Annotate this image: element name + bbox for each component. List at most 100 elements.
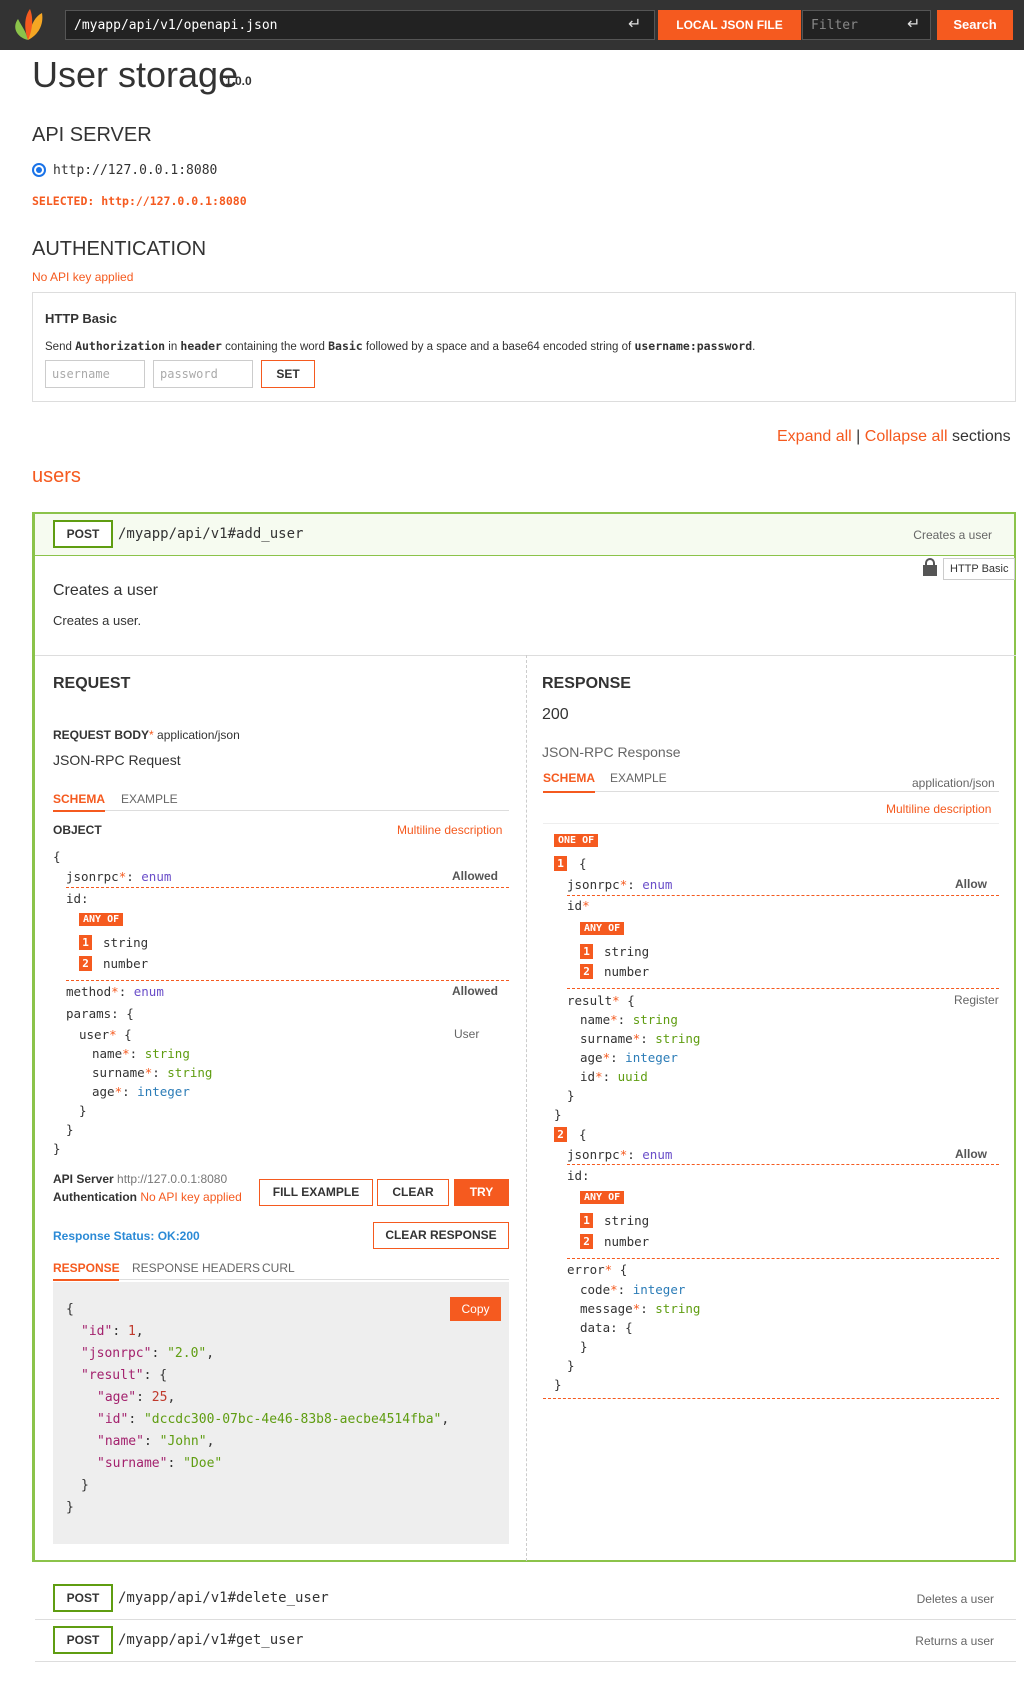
operation-summary: Deletes a user	[916, 1592, 994, 1606]
desc-text: in	[165, 341, 181, 353]
required-mark: *	[149, 728, 154, 742]
desc-text: Send	[45, 341, 76, 353]
field-separator	[66, 887, 509, 888]
api-server-info: API Server http://127.0.0.1:8080	[53, 1172, 227, 1186]
set-button[interactable]: SET	[261, 360, 315, 388]
operation-row[interactable]: POST /myapp/api/v1#get_user Returns a us…	[35, 1620, 1016, 1662]
spec-url-input[interactable]: /myapp/api/v1/openapi.json	[65, 10, 655, 40]
local-json-file-button[interactable]: LOCAL JSON FILE	[658, 10, 801, 40]
api-server-value: http://127.0.0.1:8080	[117, 1172, 228, 1186]
type-number: number	[604, 1234, 650, 1249]
body-label: REQUEST BODY	[53, 728, 150, 742]
lock-icon	[923, 558, 937, 576]
tag-heading[interactable]: users	[32, 465, 81, 488]
fill-example-button[interactable]: FILL EXAMPLE	[259, 1179, 373, 1206]
copy-button[interactable]: Copy	[450, 1297, 501, 1321]
tab-underline	[543, 791, 595, 793]
json-line-surname: "surname": "Doe"	[97, 1456, 223, 1471]
brace: {	[579, 1127, 587, 1142]
field-error: error* {	[567, 1262, 628, 1277]
selected-server: SELECTED: http://127.0.0.1:8080	[32, 194, 247, 208]
option-number: 2	[580, 1234, 593, 1249]
option-number: 1	[580, 944, 593, 959]
desc-code: username:password	[634, 339, 753, 353]
expand-all-link[interactable]: Expand all	[777, 428, 852, 445]
option-number: 1	[554, 856, 567, 871]
operation-title: Creates a user	[53, 582, 158, 599]
option-number: 1	[580, 1213, 593, 1228]
brace: {	[53, 849, 61, 864]
json-line-uid: "id": "dccdc300-07bc-4e46-83b8-aecbe4514…	[97, 1412, 450, 1427]
field-id: id*	[567, 898, 590, 913]
field-age: age*: integer	[580, 1050, 678, 1065]
response-code: 200	[542, 706, 569, 723]
any-of-tag: ANY OF	[580, 1191, 625, 1204]
field-separator	[66, 980, 509, 981]
brace: {	[579, 856, 587, 871]
password-input[interactable]: password	[153, 360, 253, 388]
tab-underline	[53, 1279, 119, 1281]
json-brace: }	[81, 1478, 89, 1493]
rapidoc-logo-icon	[15, 9, 43, 40]
separator: |	[856, 428, 861, 445]
operation-row[interactable]: POST /myapp/api/v1#delete_user Deletes a…	[35, 1578, 1016, 1620]
operation-summary: Creates a user	[913, 528, 992, 542]
tab-response-headers[interactable]: RESPONSE HEADERS	[132, 1261, 260, 1275]
page-title: User storage	[32, 54, 239, 95]
top-bar: /myapp/api/v1/openapi.json ↵ LOCAL JSON …	[0, 0, 1024, 50]
field-params: params: {	[66, 1006, 134, 1021]
option-number: 1	[79, 935, 92, 950]
multiline-desc: Multiline description	[397, 823, 503, 837]
field-name: name*: string	[92, 1046, 190, 1061]
user-desc: User	[454, 1027, 480, 1041]
field-uid: id*: uuid	[580, 1069, 648, 1084]
request-body-label: REQUEST BODY* application/json	[53, 728, 240, 742]
tab-example[interactable]: EXAMPLE	[610, 771, 667, 785]
operation-header[interactable]: POST /myapp/api/v1#add_user Creates a us…	[35, 514, 1014, 556]
field-surname: surname*: string	[92, 1065, 213, 1080]
api-server-label: API Server	[53, 1172, 114, 1186]
allow-label: Allow	[955, 877, 987, 891]
one-of-tag: ONE OF	[554, 834, 599, 847]
method-badge: POST	[53, 520, 113, 548]
tab-response[interactable]: RESPONSE	[53, 1261, 120, 1275]
desc-text: containing the word	[221, 341, 329, 353]
allowed-label: Allowed	[452, 984, 499, 998]
field-surname: surname*: string	[580, 1031, 701, 1046]
json-value: "Doe"	[183, 1456, 223, 1471]
server-radio[interactable]	[32, 163, 46, 177]
brace: }	[554, 1107, 562, 1122]
json-line-name: "name": "John",	[97, 1434, 215, 1449]
json-line-result: "result": {	[81, 1368, 168, 1383]
brace: }	[66, 1122, 74, 1137]
response-heading: RESPONSE	[542, 675, 631, 692]
tab-divider	[53, 1279, 509, 1280]
desc-code: header	[180, 339, 222, 353]
column-divider	[526, 655, 527, 1561]
tab-curl[interactable]: CURL	[262, 1261, 295, 1275]
auth-info: Authentication No API key applied	[53, 1190, 242, 1204]
allow-label: Allow	[955, 1147, 987, 1161]
request-heading: REQUEST	[53, 675, 131, 692]
http-basic-box: HTTP Basic Send Authorization in header …	[32, 292, 1016, 402]
object-label: OBJECT	[53, 823, 102, 837]
clear-response-button[interactable]: CLEAR RESPONSE	[373, 1222, 509, 1249]
username-input[interactable]: username	[45, 360, 145, 388]
type-string: string	[604, 1213, 650, 1228]
enter-icon[interactable]: ↵	[628, 14, 641, 34]
collapse-all-link[interactable]: Collapse all	[865, 428, 948, 445]
field-id: id:	[567, 1168, 590, 1183]
field-name: name*: string	[580, 1012, 678, 1027]
brace: }	[79, 1103, 87, 1118]
server-option[interactable]: http://127.0.0.1:8080	[53, 163, 217, 178]
clear-button[interactable]: CLEAR	[377, 1179, 449, 1206]
try-button[interactable]: TRY	[454, 1179, 509, 1206]
search-button[interactable]: Search	[937, 10, 1013, 40]
option-number: 2	[79, 956, 92, 971]
enter-icon[interactable]: ↵	[907, 14, 920, 34]
tab-schema[interactable]: SCHEMA	[543, 771, 595, 785]
sections-label: sections	[951, 428, 1011, 445]
tab-example[interactable]: EXAMPLE	[121, 792, 178, 806]
operation-path: /myapp/api/v1#get_user	[118, 1632, 304, 1648]
tab-schema[interactable]: SCHEMA	[53, 792, 105, 806]
